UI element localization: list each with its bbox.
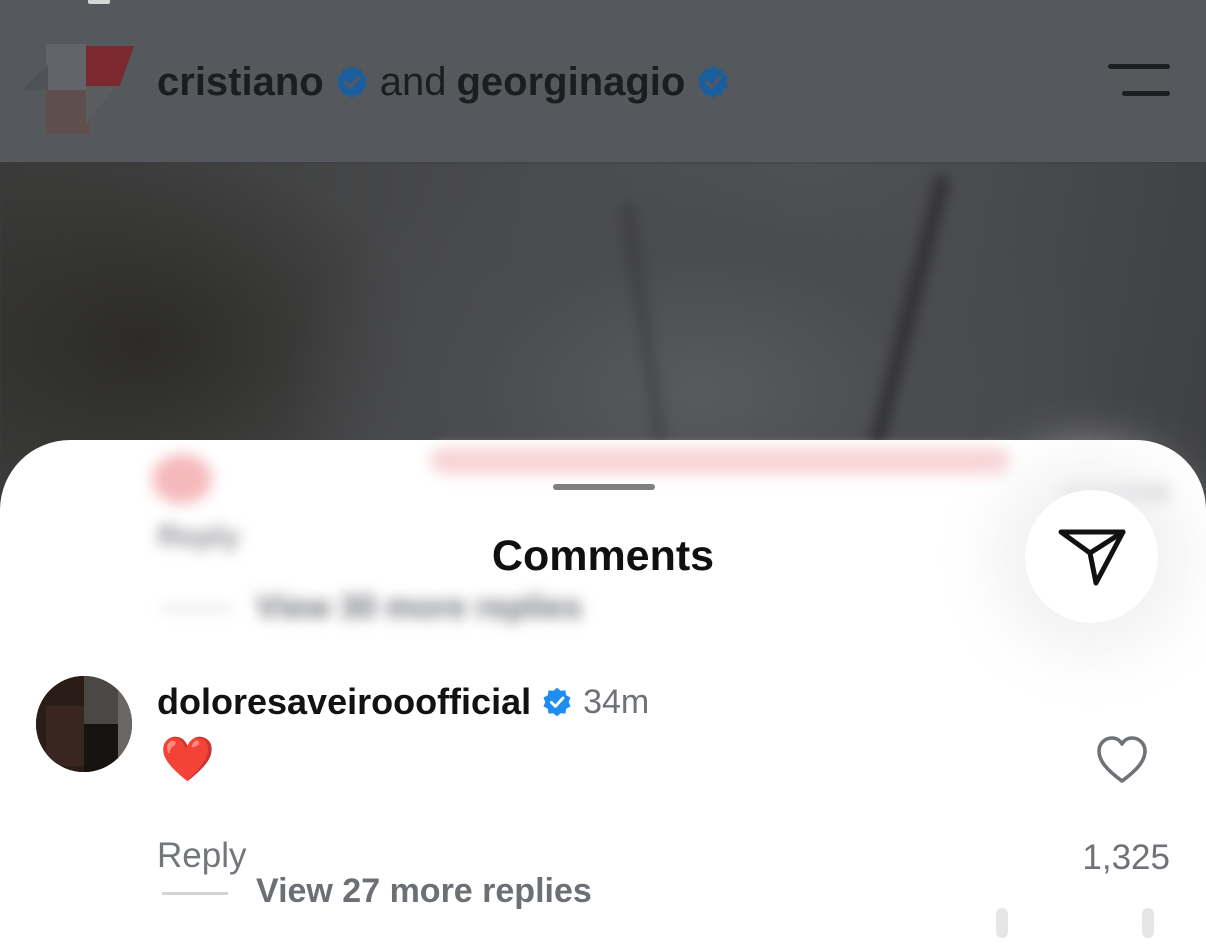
obscured-view-replies: View 30 more replies [256,588,582,625]
authors-connector: and [379,59,447,104]
comment-timestamp: 34m [583,682,650,721]
verified-badge-icon [698,65,729,99]
status-indicator [88,0,110,4]
post-header: cristiano and georginagio [0,0,1206,162]
avatar[interactable] [36,676,132,772]
replies-divider [162,892,228,895]
heart-icon [1097,736,1147,783]
comments-sheet: Reply View 30 more replies Comments dolo… [0,440,1206,946]
verified-badge-icon [336,65,368,99]
verified-badge-icon [543,687,571,717]
sheet-drag-handle[interactable] [553,484,655,490]
obscured-replies-divider [162,607,232,610]
comment-item: doloresaveirooofficial 34m ❤️ Reply 1,32… [0,676,1206,906]
share-button[interactable] [1025,490,1158,623]
like-button[interactable] [1095,734,1149,786]
send-icon [1058,529,1125,585]
author-cristiano[interactable]: cristiano [157,60,324,105]
obscured-heart-icon [152,454,212,504]
comment-author: doloresaveirooofficial 34m [157,680,649,724]
comment-text: ❤️ [160,735,215,784]
view-more-replies-button[interactable]: View 27 more replies [256,872,592,911]
obscured-comment-text [430,448,1010,474]
reply-button[interactable]: Reply [157,836,246,876]
menu-icon[interactable] [1108,64,1170,98]
comment-username[interactable]: doloresaveirooofficial [157,681,531,723]
collab-avatar[interactable] [22,44,136,136]
like-count: 1,325 [1082,838,1170,877]
author-georginagio[interactable]: georginagio [456,60,685,105]
post-authors: cristiano and georginagio [157,54,731,110]
home-indicator-decor [996,908,1162,938]
